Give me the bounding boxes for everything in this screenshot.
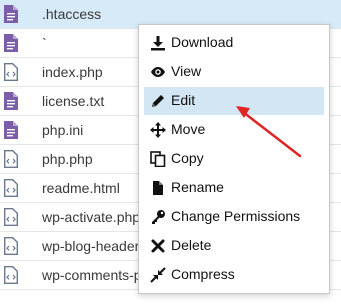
code-file-icon [4,266,18,284]
menu-item-copy[interactable]: Copy [144,145,324,173]
menu-item-label: Copy [171,150,204,166]
code-file-icon [4,208,18,226]
text-doc-icon [4,121,18,139]
delete-x-icon [150,238,166,254]
menu-item-label: Rename [171,179,224,195]
download-icon [150,35,166,51]
menu-item-rename[interactable]: Rename [144,174,324,202]
file-name: ` [42,35,47,51]
code-file-icon [4,150,18,168]
menu-item-change-permissions[interactable]: Change Permissions [144,203,324,231]
context-menu: Download View Edit Move Copy Rename Chan… [138,24,330,294]
file-name: index.php [42,64,103,80]
menu-item-download[interactable]: Download [144,29,324,57]
code-file-icon [4,179,18,197]
menu-item-label: Change Permissions [171,208,301,224]
menu-item-compress[interactable]: Compress [144,261,324,289]
key-icon [150,209,166,225]
menu-item-edit[interactable]: Edit [144,87,324,115]
menu-item-label: View [171,63,202,79]
code-file-icon [4,237,18,255]
menu-item-label: Edit [171,92,196,108]
menu-item-label: Download [171,34,234,50]
menu-item-view[interactable]: View [144,58,324,86]
file-name: .htaccess [42,6,102,22]
menu-item-label: Delete [171,237,212,253]
copy-icon [150,151,166,168]
file-icon [150,180,166,196]
file-name: readme.html [42,180,120,196]
text-doc-icon [4,5,18,23]
compress-icon [150,267,166,283]
file-name: php.php [42,151,93,167]
eye-icon [150,64,166,80]
file-name: php.ini [42,122,84,138]
file-name: wp-activate.php [42,209,141,225]
pencil-icon [150,93,166,109]
file-name: license.txt [42,93,105,109]
code-file-icon [4,63,18,81]
menu-item-label: Compress [171,266,235,282]
menu-item-move[interactable]: Move [144,116,324,144]
menu-item-delete[interactable]: Delete [144,232,324,260]
text-doc-icon [4,92,18,110]
move-icon [150,122,166,138]
text-doc-icon [4,34,18,52]
menu-item-label: Move [171,121,206,137]
